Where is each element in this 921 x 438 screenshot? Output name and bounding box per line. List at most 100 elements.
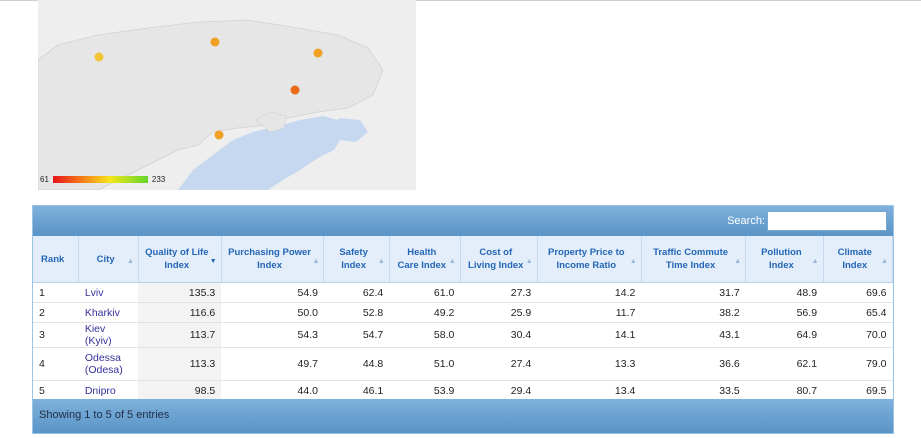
cell-purchasing-power: 54.9 [221,282,324,303]
cell-rank: 5 [33,380,79,401]
sort-icon: ▲ [312,258,320,265]
cell-property-price: 14.2 [537,282,642,303]
col-header-climate[interactable]: Climate Index ▲ [823,236,894,283]
map-marker-kharkiv[interactable] [313,48,323,58]
city-link[interactable]: Kiev (Kyiv) [78,322,139,348]
sort-icon: ▲ [377,258,385,265]
cell-health-care: 58.0 [389,322,461,348]
table-row: 3 Kiev (Kyiv) 113.7 54.3 54.7 58.0 30.4 … [33,322,893,348]
cell-health-care: 53.9 [389,380,461,401]
table-row: 1 Lviv 135.3 54.9 62.4 61.0 27.3 14.2 31… [33,282,893,303]
sort-icon: ▲ [448,258,456,265]
cell-property-price: 14.1 [537,322,642,348]
cell-cost-of-living: 29.4 [460,380,538,401]
cell-climate: 70.0 [823,322,893,348]
cell-pollution: 48.9 [745,282,824,303]
sort-icon: ▲ [629,258,637,265]
cell-health-care: 51.0 [389,347,461,381]
table-footer: Showing 1 to 5 of 5 entries [33,399,893,433]
cell-climate: 69.6 [823,282,893,303]
cell-safety: 44.8 [323,347,390,381]
map-marker-odessa[interactable] [214,130,224,140]
cell-rank: 1 [33,282,79,303]
sort-desc-icon: ▼ [209,258,217,265]
sort-icon: ▲ [811,258,819,265]
cell-purchasing-power: 54.3 [221,322,324,348]
cell-property-price: 13.4 [537,380,642,401]
col-header-rank[interactable]: Rank [33,236,80,283]
cell-quality-of-life: 113.7 [138,322,222,348]
cell-property-price: 11.7 [537,302,642,323]
cell-safety: 46.1 [323,380,390,401]
cell-purchasing-power: 44.0 [221,380,324,401]
cell-climate: 65.4 [823,302,893,323]
cell-cost-of-living: 30.4 [460,322,538,348]
cell-safety: 62.4 [323,282,390,303]
sort-icon: ▲ [525,258,533,265]
cell-health-care: 61.0 [389,282,461,303]
cell-quality-of-life: 135.3 [138,282,222,303]
col-header-traffic[interactable]: Traffic Commute Time Index ▲ [641,236,747,283]
cell-quality-of-life: 98.5 [138,380,222,401]
cell-property-price: 13.3 [537,347,642,381]
city-link[interactable]: Lviv [78,282,139,303]
sort-icon: ▲ [127,258,134,265]
cell-climate: 69.5 [823,380,893,401]
cell-climate: 79.0 [823,347,893,381]
cities-table: Rank City ▲ Quality of Life Index ▼ Purcha… [33,236,894,401]
legend-min-label: 61 [40,174,49,184]
cell-pollution: 64.9 [745,322,824,348]
cell-cost-of-living: 25.9 [460,302,538,323]
cell-health-care: 49.2 [389,302,461,323]
cell-pollution: 56.9 [745,302,824,323]
table-row: 4 Odessa (Odesa) 113.3 49.7 44.8 51.0 27… [33,347,893,381]
city-link[interactable]: Kharkiv [78,302,139,323]
col-header-pollution[interactable]: Pollution Index ▲ [745,236,824,283]
cell-traffic: 31.7 [641,282,746,303]
cell-rank: 4 [33,347,79,381]
cell-traffic: 36.6 [641,347,746,381]
map-marker-lviv[interactable] [94,52,104,62]
col-header-cost-of-living[interactable]: Cost of Living Index ▲ [460,236,538,283]
cell-safety: 52.8 [323,302,390,323]
col-header-city[interactable]: City ▲ [78,236,139,283]
cell-traffic: 38.2 [641,302,746,323]
cell-pollution: 62.1 [745,347,824,381]
map-marker-kiev[interactable] [210,37,220,47]
city-link[interactable]: Dnipro [78,380,139,401]
cell-rank: 2 [33,302,79,323]
table-info: Showing 1 to 5 of 5 entries [39,409,170,421]
cell-pollution: 80.7 [745,380,824,401]
legend-max-label: 233 [151,174,166,184]
cell-quality-of-life: 113.3 [138,347,222,381]
search-box: Search: [727,211,887,231]
cell-cost-of-living: 27.3 [460,282,538,303]
cities-table-container: Search: Rank City ▲ Quality of Life Index… [32,205,894,434]
cell-traffic: 33.5 [641,380,746,401]
city-link[interactable]: Odessa (Odesa) [78,347,139,381]
col-header-purchasing-power[interactable]: Purchasing Power Index ▲ [221,236,325,283]
cell-rank: 3 [33,322,79,348]
cell-purchasing-power: 49.7 [221,347,324,381]
table-toolbar: Search: [33,206,893,236]
col-header-health-care[interactable]: Health Care Index ▲ [389,236,461,283]
sort-icon: ▲ [734,258,742,265]
legend-gradient-bar [52,175,148,183]
cell-traffic: 43.1 [641,322,746,348]
col-header-safety[interactable]: Safety Index ▲ [323,236,390,283]
table-header-row: Rank City ▲ Quality of Life Index ▼ Purcha… [33,236,894,283]
search-label: Search: [727,215,765,227]
sort-icon: ▲ [881,258,888,265]
col-header-property-price[interactable]: Property Price to Income Ratio ▲ [537,236,642,283]
cell-purchasing-power: 50.0 [221,302,324,323]
table-row: 5 Dnipro 98.5 44.0 46.1 53.9 29.4 13.4 3… [33,380,893,401]
cell-quality-of-life: 116.6 [138,302,222,323]
map-markers [94,37,323,140]
cell-safety: 54.7 [323,322,390,348]
map-color-legend: 61 233 [40,173,165,185]
table-row: 2 Kharkiv 116.6 50.0 52.8 49.2 25.9 11.7… [33,302,893,323]
col-header-quality-of-life[interactable]: Quality of Life Index ▼ [138,236,222,283]
map-marker-dnipro[interactable] [290,85,300,95]
cell-cost-of-living: 27.4 [460,347,538,381]
search-input[interactable] [767,211,887,231]
